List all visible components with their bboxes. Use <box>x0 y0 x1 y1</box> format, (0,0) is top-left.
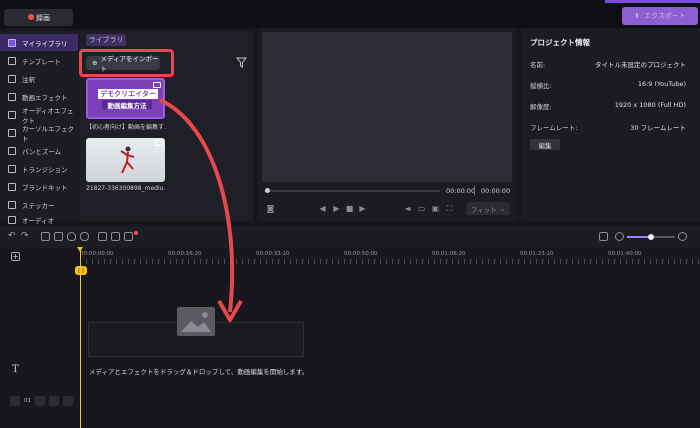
drag-arrow-annotation <box>159 98 243 322</box>
